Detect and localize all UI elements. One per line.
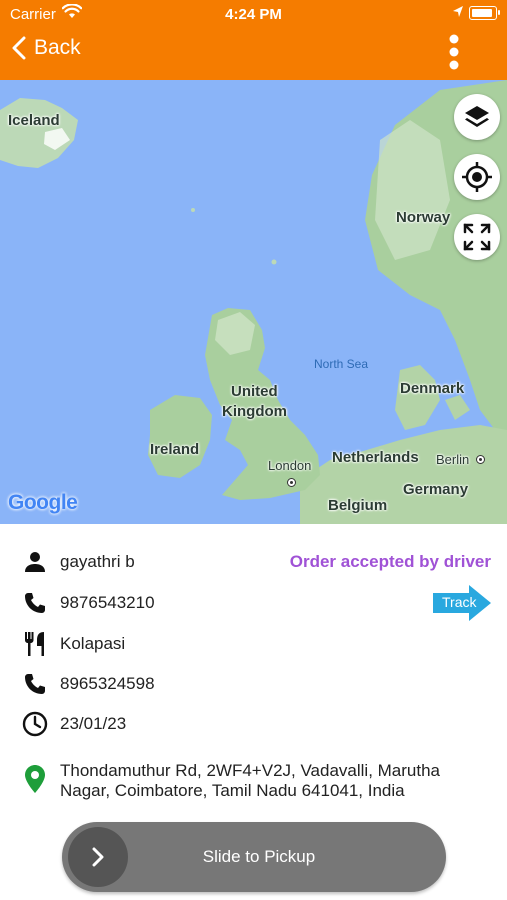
map-label-north-sea: North Sea — [314, 357, 369, 371]
map-label-norway: Norway — [396, 209, 451, 226]
berlin-marker — [476, 455, 485, 464]
fullscreen-button[interactable] — [454, 214, 500, 260]
clock-icon — [22, 711, 48, 737]
back-label: Back — [34, 36, 81, 59]
nav-bar: Back — [0, 28, 507, 80]
map-label-kingdom: Kingdom — [222, 403, 287, 420]
map-layers-button[interactable] — [454, 94, 500, 140]
chevron-left-icon — [12, 36, 26, 60]
phone-icon — [25, 593, 45, 613]
map-label-netherlands: Netherlands — [332, 449, 419, 466]
map-view[interactable]: Iceland Norway North Sea United Kingdom … — [0, 80, 507, 524]
map-label-belgium: Belgium — [328, 497, 388, 514]
battery-tip — [498, 10, 500, 15]
status-time: 4:24 PM — [225, 6, 282, 23]
customer-phone-row: 9876543210 — [20, 590, 155, 616]
slider-label: Slide to Pickup — [202, 847, 316, 866]
order-status: Order accepted by driver — [289, 552, 491, 571]
top-bar: Carrier 4:24 PM Back — [0, 0, 507, 80]
restaurant-phone[interactable]: 8965324598 — [60, 674, 155, 694]
fullscreen-icon — [463, 223, 491, 251]
delivery-address: Thondamuthur Rd, 2WF4+V2J, Vadavalli, Ma… — [60, 761, 441, 800]
my-location-icon — [462, 162, 492, 192]
status-bar: Carrier 4:24 PM — [0, 0, 507, 28]
my-location-button[interactable] — [454, 154, 500, 200]
slide-to-pickup[interactable]: Slide to Pickup — [62, 822, 446, 892]
phone-icon — [25, 674, 45, 694]
location-arrow-icon — [453, 6, 463, 17]
google-attribution: Google — [8, 491, 78, 515]
map-pin-icon — [25, 765, 45, 793]
map-label-germany: Germany — [403, 481, 469, 498]
map-label-london: London — [268, 458, 312, 473]
map-label-united: United — [231, 383, 278, 400]
person-icon — [25, 552, 45, 572]
customer-name-row: gayathri b — [20, 549, 135, 575]
map-terrain — [0, 80, 507, 524]
back-button[interactable]: Back — [12, 36, 81, 60]
map-label-ireland: Ireland — [150, 441, 200, 458]
map-label-iceland: Iceland — [8, 112, 60, 129]
restaurant-phone-row: 8965324598 — [20, 671, 155, 697]
customer-name: gayathri b — [60, 552, 135, 571]
restaurant-name: Kolapasi — [60, 634, 126, 653]
more-vertical-icon[interactable] — [444, 32, 464, 72]
google-logo: Google — [8, 491, 78, 514]
date-row: 23/01/23 — [20, 711, 126, 737]
restaurant-row: Kolapasi — [20, 631, 125, 657]
london-marker — [287, 478, 296, 487]
layers-icon — [465, 106, 489, 127]
order-date: 23/01/23 — [60, 714, 127, 733]
map-label-berlin: Berlin — [436, 452, 470, 467]
map-label-denmark: Denmark — [400, 380, 465, 397]
restaurant-icon — [25, 632, 44, 656]
track-button[interactable]: Track — [433, 585, 491, 621]
customer-phone[interactable]: 9876543210 — [60, 593, 155, 613]
track-label: Track — [442, 594, 477, 610]
battery-icon — [469, 6, 497, 20]
